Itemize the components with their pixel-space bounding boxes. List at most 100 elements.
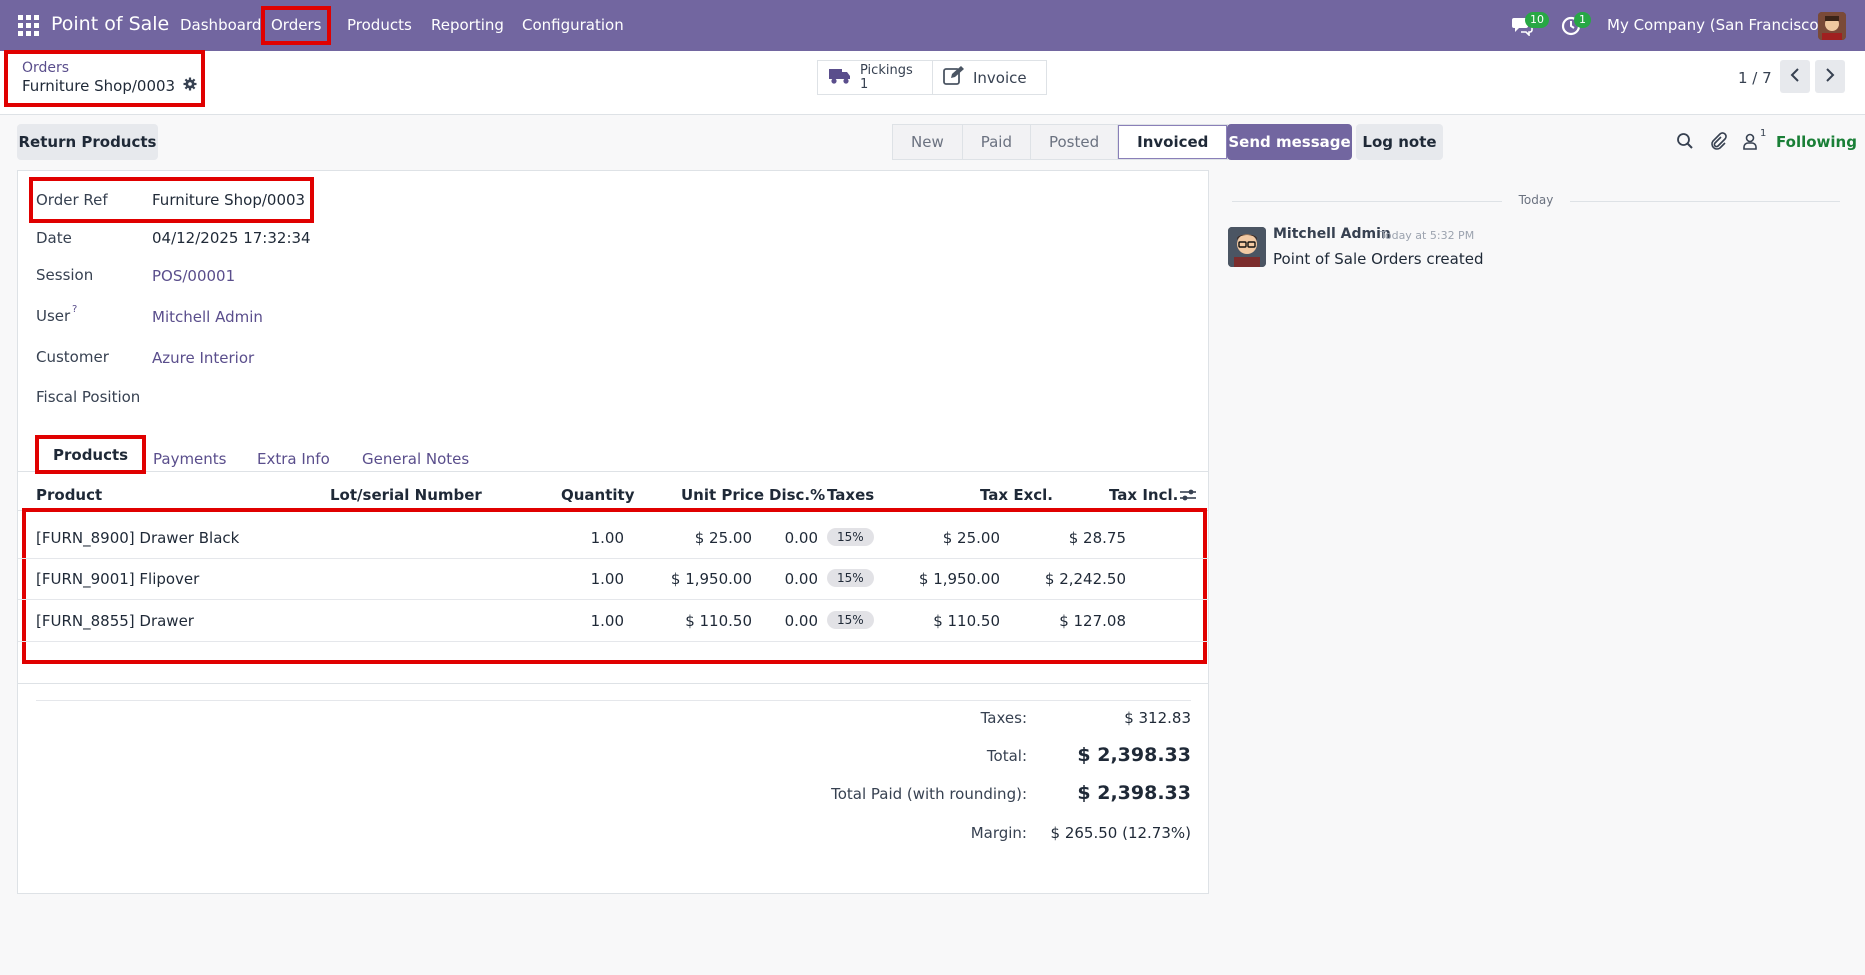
col-unit-price[interactable]: Unit Price (681, 486, 764, 504)
date-value: 04/12/2025 17:32:34 (152, 229, 311, 247)
apps-menu-icon[interactable] (18, 15, 39, 36)
search-icon[interactable] (1676, 132, 1694, 154)
tax-badge: 15% (827, 528, 874, 546)
customer-label: Customer (36, 348, 109, 366)
send-message-button[interactable]: Send message (1227, 124, 1352, 160)
col-taxes[interactable]: Taxes (827, 486, 874, 504)
status-bar: New Paid Posted Invoiced (892, 124, 1229, 160)
message-time: Today at 5:32 PM (1380, 229, 1475, 242)
totals-divider (36, 700, 1191, 701)
return-products-button[interactable]: Return Products (17, 124, 158, 160)
line-tax-excl: $ 25.00 (942, 529, 1000, 547)
menu-configuration[interactable]: Configuration (522, 16, 624, 34)
tax-badge: 15% (827, 569, 874, 587)
line-disc: 0.00 (784, 612, 818, 630)
top-navbar: Point of Sale Dashboard Orders Products … (0, 0, 1865, 51)
line-qty: 1.00 (590, 612, 624, 630)
line-product[interactable]: [FURN_9001] Flipover (36, 570, 199, 588)
taxes-value: $ 312.83 (1124, 709, 1191, 727)
edit-icon (943, 65, 965, 90)
gear-icon[interactable] (183, 77, 197, 95)
tab-products[interactable]: Products (34, 435, 147, 474)
pager-previous-button[interactable] (1780, 60, 1810, 93)
taxes-label: Taxes: (980, 709, 1027, 727)
tax-badge: 15% (827, 611, 874, 629)
optional-columns-icon[interactable] (1179, 487, 1197, 507)
breadcrumb-current: Furniture Shop/0003 (22, 77, 176, 95)
status-paid[interactable]: Paid (963, 125, 1031, 159)
following-button[interactable]: Following (1776, 133, 1857, 151)
menu-reporting[interactable]: Reporting (431, 16, 504, 34)
menu-dashboard[interactable]: Dashboard (180, 16, 261, 34)
line-disc: 0.00 (784, 570, 818, 588)
order-ref-value: Furniture Shop/0003 (152, 191, 306, 209)
order-ref-label: Order Ref (36, 191, 108, 209)
user-avatar[interactable] (1818, 12, 1846, 40)
messages-badge: 10 (1525, 12, 1549, 28)
line-product[interactable]: [FURN_8900] Drawer Black (36, 529, 239, 547)
notebook-tabs: Products Payments Extra Info General Not… (17, 435, 1209, 474)
col-product[interactable]: Product (36, 486, 102, 504)
menu-products[interactable]: Products (347, 16, 412, 34)
followers-icon[interactable] (1742, 132, 1758, 154)
breadcrumb-orders-link[interactable]: Orders (22, 60, 201, 76)
pickings-button[interactable]: Pickings 1 (818, 61, 933, 94)
tab-payments[interactable]: Payments (153, 450, 226, 468)
col-tax-excl[interactable]: Tax Excl. (980, 486, 1053, 504)
user-link[interactable]: Mitchell Admin (152, 308, 263, 326)
user-help-tooltip[interactable]: ? (72, 304, 77, 315)
author-avatar[interactable] (1228, 227, 1266, 267)
total-label: Total: (986, 747, 1027, 765)
status-invoiced[interactable]: Invoiced (1118, 125, 1228, 159)
company-switcher[interactable]: My Company (San Francisco) (1607, 16, 1824, 34)
margin-label: Margin: (970, 824, 1027, 842)
session-label: Session (36, 266, 94, 284)
log-note-button[interactable]: Log note (1356, 124, 1443, 160)
margin-value: $ 265.50 (12.73%) (1050, 824, 1191, 842)
invoice-button[interactable]: Invoice (933, 61, 1037, 94)
activities-badge: 1 (1574, 12, 1591, 28)
total-value: $ 2,398.33 (1077, 744, 1191, 766)
col-discount[interactable]: Disc.% (769, 486, 825, 504)
menu-orders[interactable]: Orders (260, 6, 332, 45)
line-disc: 0.00 (784, 529, 818, 547)
table-row[interactable]: [FURN_8900] Drawer Black 1.00 $ 25.00 0.… (18, 518, 1208, 559)
line-qty: 1.00 (590, 570, 624, 588)
line-tax-incl: $ 28.75 (1068, 529, 1126, 547)
line-product[interactable]: [FURN_8855] Drawer (36, 612, 194, 630)
customer-link[interactable]: Azure Interior (152, 349, 254, 367)
col-lot-serial[interactable]: Lot/serial Number (330, 486, 482, 504)
col-quantity[interactable]: Quantity (561, 486, 635, 504)
line-price: $ 25.00 (694, 529, 752, 547)
user-label: User (36, 307, 71, 325)
total-paid-label: Total Paid (with rounding): (831, 785, 1027, 803)
fiscal-position-label: Fiscal Position (36, 388, 141, 406)
pager-value[interactable]: 1 / 7 (1738, 69, 1772, 87)
followers-count: 1 (1760, 128, 1767, 139)
chevron-left-icon (1790, 67, 1800, 86)
pickings-label: Pickings (860, 62, 913, 78)
chevron-right-icon (1825, 67, 1835, 86)
status-posted[interactable]: Posted (1031, 125, 1119, 159)
app-name[interactable]: Point of Sale (51, 13, 169, 35)
pager-next-button[interactable] (1815, 60, 1845, 93)
line-tax-excl: $ 110.50 (933, 612, 1000, 630)
total-paid-value: $ 2,398.33 (1077, 782, 1191, 804)
date-separator: Today (1232, 193, 1840, 207)
breadcrumb: Orders Furniture Shop/0003 (4, 50, 205, 107)
paperclip-icon[interactable] (1709, 132, 1727, 154)
section-divider (18, 683, 1208, 684)
line-tax-incl: $ 2,242.50 (1044, 570, 1126, 588)
invoice-label: Invoice (973, 68, 1027, 87)
session-link[interactable]: POS/00001 (152, 267, 235, 285)
status-new[interactable]: New (893, 125, 963, 159)
message-author[interactable]: Mitchell Admin (1273, 226, 1391, 242)
truck-icon (828, 67, 852, 89)
table-row[interactable]: [FURN_9001] Flipover 1.00 $ 1,950.00 0.0… (18, 559, 1208, 600)
tab-extra-info[interactable]: Extra Info (257, 450, 330, 468)
date-label: Date (36, 229, 72, 247)
col-tax-incl[interactable]: Tax Incl. (1109, 486, 1178, 504)
table-row[interactable]: [FURN_8855] Drawer 1.00 $ 110.50 0.00 15… (18, 601, 1208, 642)
tab-general-notes[interactable]: General Notes (362, 450, 469, 468)
message-body: Point of Sale Orders created (1273, 250, 1484, 268)
